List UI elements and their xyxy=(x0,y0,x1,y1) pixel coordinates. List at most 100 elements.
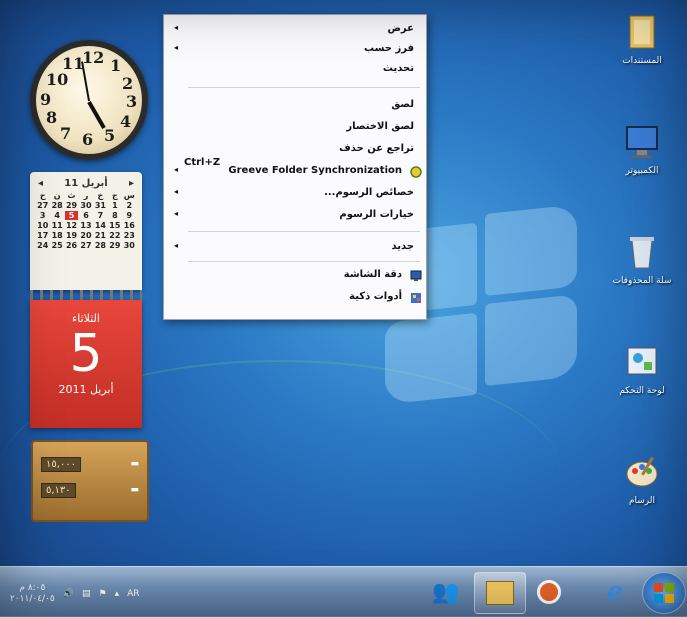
clock-numeral-1: 1 xyxy=(110,56,122,75)
menu-item-label: Greeve Folder Synchronization xyxy=(228,165,402,176)
calendar-grid: حنثرخجس 27 28 29 30 31 1 2 3456789 10 11 12 13 14 1… xyxy=(37,191,135,250)
clock-numeral-6: 6 xyxy=(82,130,94,149)
desktop-context-menu: عرض ◂ فرز حسب ◂ تحديث لصق لصق الاختصار ت… xyxy=(163,14,427,320)
taskbar-media-player-button[interactable] xyxy=(530,572,568,612)
menu-item-label: لصق الاختصار xyxy=(346,121,414,132)
taskbar-clock[interactable]: ٨:٠٥ م ٢٠١١/٠٤/٠٥ xyxy=(10,583,55,605)
paint-icon xyxy=(622,452,662,492)
clock-numeral-9: 9 xyxy=(40,90,52,109)
show-hidden-icons-icon[interactable]: ▴ xyxy=(115,589,120,599)
menu-item-greeve-folder-sync[interactable]: Ctrl+Z Greeve Folder Synchronization ◂ xyxy=(164,157,426,181)
menu-item-label: دقة الشاشة xyxy=(343,269,402,280)
media-player-icon xyxy=(537,580,561,604)
volume-icon[interactable]: 🔊 xyxy=(63,589,74,599)
clock-numeral-12: 12 xyxy=(82,48,105,67)
network-icon[interactable]: ▤ xyxy=(82,589,91,599)
desktop-icon-label: لوحة التحكم xyxy=(619,386,665,396)
clock-numeral-3: 3 xyxy=(126,92,138,111)
menu-item-label: عرض xyxy=(387,23,414,34)
menu-item-label: تراجع عن حذف xyxy=(339,143,414,154)
next-month-arrow[interactable]: ▸ xyxy=(129,178,134,189)
calendar-gadget-month[interactable]: ◂ أبريل 11 ▸ حنثرخجس 27 28 29 30 31 1 2 345678… xyxy=(30,172,142,290)
start-button[interactable] xyxy=(642,572,686,614)
prev-month-arrow[interactable]: ◂ xyxy=(38,178,43,189)
submenu-arrow-icon: ◂ xyxy=(174,241,179,250)
clock-time: ٨:٠٥ م xyxy=(19,583,46,593)
currency-amount-2[interactable]: ٥,١٣٠ xyxy=(41,482,76,498)
menu-item-label: خيارات الرسوم xyxy=(339,209,414,220)
flag-icon[interactable]: ⚑ xyxy=(98,589,106,599)
menu-item-label: فرز حسب xyxy=(364,43,414,54)
taskbar-ie-button[interactable]: e xyxy=(594,572,636,612)
menu-item-paste[interactable]: لصق xyxy=(164,99,426,115)
clock-date: ٢٠١١/٠٤/٠٥ xyxy=(10,594,55,604)
computer-icon xyxy=(622,122,662,162)
recycle-bin-icon xyxy=(622,232,662,272)
menu-separator xyxy=(188,231,420,232)
menu-item-view[interactable]: عرض ◂ xyxy=(164,23,426,39)
people-icon: 👥 xyxy=(432,579,460,605)
currency-gadget[interactable]: ١٥,٠٠٠ ▬ ٥,١٣٠ ▬ xyxy=(31,440,149,522)
menu-shortcut-ctrl-z: Ctrl+Z xyxy=(184,157,221,168)
clock-minute-hand xyxy=(81,61,90,102)
language-indicator[interactable]: AR xyxy=(127,589,139,599)
menu-item-label: لصق xyxy=(391,99,414,110)
currency-amount-1[interactable]: ١٥,٠٠٠ xyxy=(41,456,82,472)
desktop-icon-label: سلة المحذوفات xyxy=(612,276,672,286)
submenu-arrow-icon: ◂ xyxy=(174,209,179,218)
sync-icon xyxy=(410,166,422,178)
desktop-icon-paint[interactable]: الرسام xyxy=(603,452,681,506)
menu-item-graphics-properties[interactable]: خصائص الرسوم... ◂ xyxy=(164,187,426,203)
gadgets-icon xyxy=(410,292,422,304)
screen-resolution-icon xyxy=(410,270,422,282)
submenu-arrow-icon: ◂ xyxy=(174,187,179,196)
calendar-gadget-day[interactable]: الثلاثاء 5 2011 أبريل xyxy=(30,300,142,428)
menu-item-label: جديد xyxy=(391,241,414,252)
clock-numeral-2: 2 xyxy=(122,74,134,93)
control-panel-icon xyxy=(622,342,662,382)
windows-logo-icon xyxy=(654,583,674,603)
calendar-month-year: 2011 أبريل xyxy=(58,383,114,396)
desktop-icon-label: المستندات xyxy=(622,56,662,66)
menu-item-label: أدوات ذكية xyxy=(349,291,402,302)
desktop-icon-label: الرسام xyxy=(628,496,656,506)
clock-numeral-8: 8 xyxy=(46,108,58,127)
menu-item-label: خصائص الرسوم... xyxy=(324,187,414,198)
desktop-icon-computer[interactable]: الكمبيوتر xyxy=(603,122,681,176)
menu-item-new[interactable]: جديد ◂ xyxy=(164,241,426,257)
clock-numeral-5: 5 xyxy=(104,126,116,145)
explorer-folder-icon xyxy=(486,581,514,605)
folder-icon xyxy=(622,12,662,52)
menu-item-gadgets[interactable]: أدوات ذكية xyxy=(164,291,426,307)
menu-separator xyxy=(188,261,420,262)
menu-item-sort-by[interactable]: فرز حسب ◂ xyxy=(164,43,426,59)
taskbar-people-button[interactable]: 👥 xyxy=(426,572,466,612)
desktop[interactable]: 12 1 2 3 4 5 6 7 8 9 10 11 ◂ أبريل 11 ▸ … xyxy=(0,0,687,617)
submenu-arrow-icon: ◂ xyxy=(174,23,179,32)
menu-separator xyxy=(188,87,420,88)
menu-item-label: تحديث xyxy=(382,63,414,74)
menu-item-refresh[interactable]: تحديث xyxy=(164,63,426,79)
menu-item-paste-shortcut[interactable]: لصق الاختصار xyxy=(164,121,426,137)
desktop-icon-label: الكمبيوتر xyxy=(625,166,659,176)
desktop-icon-documents[interactable]: المستندات xyxy=(603,12,681,66)
desktop-icon-control-panel[interactable]: لوحة التحكم xyxy=(603,342,681,396)
clock-numeral-7: 7 xyxy=(60,124,72,143)
menu-item-screen-resolution[interactable]: دقة الشاشة xyxy=(164,269,426,285)
clock-hour-hand xyxy=(87,101,106,129)
desktop-icon-recycle-bin[interactable]: سلة المحذوفات xyxy=(603,232,681,286)
calendar-month-label: أبريل 11 xyxy=(64,178,108,189)
internet-explorer-icon: e xyxy=(606,577,624,607)
currency-flag-2: ▬ xyxy=(130,485,139,495)
clock-numeral-4: 4 xyxy=(120,112,132,131)
menu-item-graphics-options[interactable]: خيارات الرسوم ◂ xyxy=(164,209,426,225)
calendar-day-number: 5 xyxy=(69,324,103,384)
calendar-today-cell[interactable]: 5 xyxy=(64,211,79,220)
system-tray: ٨:٠٥ م ٢٠١١/٠٤/٠٥ 🔊 ▤ ⚑ ▴ AR xyxy=(10,577,140,611)
clock-gadget[interactable]: 12 1 2 3 4 5 6 7 8 9 10 11 xyxy=(30,40,148,160)
submenu-arrow-icon: ◂ xyxy=(174,165,179,174)
taskbar[interactable]: ٨:٠٥ م ٢٠١١/٠٤/٠٥ 🔊 ▤ ⚑ ▴ AR 👥 e xyxy=(0,566,687,617)
taskbar-explorer-button[interactable] xyxy=(474,572,526,614)
currency-flag-1: ▬ xyxy=(130,459,139,469)
submenu-arrow-icon: ◂ xyxy=(174,43,179,52)
